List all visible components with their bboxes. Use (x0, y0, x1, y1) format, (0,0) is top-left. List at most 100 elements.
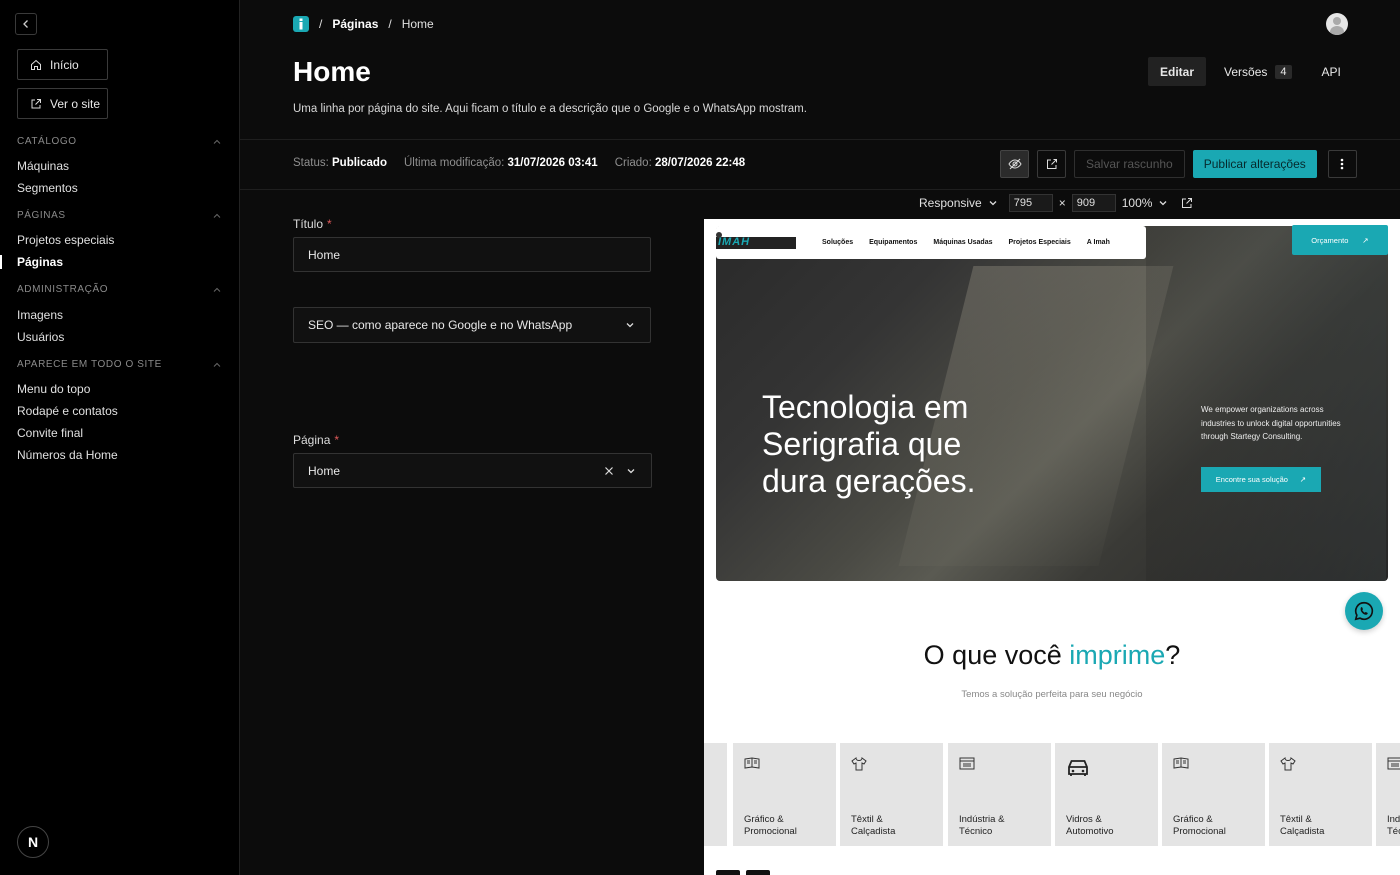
seo-accordion[interactable]: SEO — como aparece no Google e no WhatsA… (293, 307, 651, 343)
required-marker: * (334, 433, 340, 447)
section-catalogo[interactable]: CATÁLOGO (17, 136, 222, 147)
chevron-up-icon (213, 139, 221, 144)
collapse-sidebar-button[interactable] (15, 13, 37, 35)
page-label: Página * (293, 433, 339, 447)
preview-nav-item[interactable]: Máquinas Usadas (933, 239, 992, 246)
sidebar-item-menu-topo[interactable]: Menu do topo (17, 382, 90, 396)
preview-cta-button[interactable]: Orçamento ↗ (1292, 225, 1388, 255)
preview-nav-item[interactable]: Projetos Especiais (1009, 239, 1071, 246)
more-options-button[interactable] (1327, 150, 1357, 178)
tab-api[interactable]: API (1310, 57, 1353, 86)
segment-card[interactable]: Gráfico & Promocional (1162, 743, 1265, 846)
section-paginas[interactable]: PÁGINAS (17, 210, 222, 221)
preview-nav-item[interactable]: A Imah (1087, 239, 1110, 246)
versions-count-badge: 4 (1275, 64, 1292, 79)
save-draft-button[interactable]: Salvar rascunho (1074, 150, 1185, 178)
divider (240, 139, 1400, 140)
segment-card[interactable]: Gráfico & Promocional (733, 743, 836, 846)
breadcrumb-separator: / (388, 17, 392, 31)
carousel-prev[interactable] (716, 870, 740, 875)
segment-card[interactable]: Têxtil & Calçadista (840, 743, 943, 846)
home-button[interactable]: Início (17, 49, 108, 80)
sidebar-item-usuarios[interactable]: Usuários (17, 330, 64, 344)
segment-card[interactable]: Indústria & Técnico (948, 743, 1051, 846)
external-link-icon[interactable] (1181, 197, 1193, 209)
preview-width-input[interactable]: 795 (1008, 194, 1053, 212)
hero-text: We empower organizations across industri… (1201, 405, 1341, 441)
card-label: Promocional (744, 826, 797, 837)
sidebar-item-segmentos[interactable]: Segmentos (17, 181, 78, 195)
status-field: Status: Publicado (293, 157, 387, 169)
publish-button[interactable]: Publicar alterações (1192, 150, 1317, 178)
sidebar-item-imagens[interactable]: Imagens (17, 308, 63, 322)
tab-versoes[interactable]: Versões 4 (1212, 57, 1303, 86)
app-logo[interactable]: N (17, 826, 49, 858)
view-site-label: Ver o site (50, 96, 101, 111)
preview-nav: IMAH Soluções Equipamentos Máquinas Usad… (716, 226, 1146, 259)
created-label: Criado: (614, 157, 652, 169)
segment-card[interactable]: Têxtil & Calçadista (1269, 743, 1372, 846)
chevron-up-icon (213, 362, 221, 367)
page-description: Uma linha por página do site. Aqui ficam… (293, 103, 807, 115)
avatar[interactable] (1326, 13, 1348, 35)
tab-editar[interactable]: Editar (1148, 57, 1207, 86)
site-preview[interactable]: IMAH Soluções Equipamentos Máquinas Usad… (704, 219, 1400, 875)
sidebar-item-convite[interactable]: Convite final (17, 426, 83, 440)
segment-cards: Gráfico & Promocional Têxtil & Calçadista … (704, 743, 1400, 846)
breadcrumb-current: Home (401, 17, 434, 31)
card-label: Ind (1387, 814, 1400, 825)
status-label: Status: (293, 157, 329, 169)
card-label: Promocional (1173, 826, 1226, 837)
seo-accordion-label: SEO — como aparece no Google e no WhatsA… (308, 318, 573, 332)
print-icon (744, 757, 760, 769)
section-title: CATÁLOGO (17, 136, 77, 147)
sidebar-item-projetos-especiais[interactable]: Projetos especiais (17, 233, 114, 247)
preview-logo[interactable]: IMAH (716, 231, 796, 251)
preview-nav-links: Soluções Equipamentos Máquinas Usadas Pr… (822, 239, 1110, 246)
heading-text: O que você (923, 640, 1070, 670)
hero-button[interactable]: Encontre sua solução ↗ (1201, 467, 1321, 492)
zoom-select[interactable]: 100% (1122, 196, 1170, 210)
title-input[interactable]: Home (293, 237, 651, 272)
section-subtitle: Temos a solução perfeita para seu negóci… (961, 689, 1143, 700)
modified-field: Última modificação: 31/07/2026 03:41 (404, 157, 598, 169)
clear-icon[interactable] (603, 465, 615, 477)
card-label: Técnico (959, 826, 993, 837)
card-label: Calçadista (1280, 826, 1325, 837)
page-select[interactable]: Home (293, 453, 652, 488)
title-label: Título * (293, 217, 332, 231)
external-link-icon (31, 98, 41, 108)
device-mode-select[interactable]: Responsive (919, 196, 999, 210)
toggle-preview-button[interactable] (1000, 150, 1029, 178)
chevron-down-icon[interactable] (625, 465, 637, 477)
segment-card[interactable]: IndTéc (1376, 743, 1400, 846)
open-external-button[interactable] (1037, 150, 1066, 178)
app-icon[interactable] (293, 16, 309, 32)
home-button-label: Início (50, 57, 79, 72)
carousel-next[interactable] (746, 870, 770, 875)
sidebar-item-maquinas[interactable]: Máquinas (17, 159, 69, 173)
section-administracao[interactable]: ADMINISTRAÇÃO (17, 284, 222, 295)
section-aparece[interactable]: APARECE EM TODO O SITE (17, 359, 222, 370)
home-icon (31, 59, 41, 70)
preview-nav-item[interactable]: Equipamentos (869, 239, 917, 246)
preview-height-input[interactable]: 909 (1071, 194, 1116, 212)
panel-icon (959, 757, 975, 770)
whatsapp-button[interactable] (1345, 592, 1383, 630)
chevron-up-icon (213, 287, 221, 292)
section-title: APARECE EM TODO O SITE (17, 359, 162, 370)
breadcrumb-section[interactable]: Páginas (332, 17, 378, 31)
view-site-button[interactable]: Ver o site (17, 88, 108, 119)
sidebar-item-paginas[interactable]: Páginas (17, 255, 63, 269)
sidebar-item-numeros[interactable]: Números da Home (17, 448, 118, 462)
view-tabs: Editar Versões 4 API (1148, 57, 1353, 86)
segment-card[interactable] (704, 743, 727, 846)
segment-card[interactable]: Vidros & Automotivo (1055, 743, 1158, 846)
external-link-icon (1046, 159, 1057, 169)
card-label: Vidros & (1066, 814, 1102, 825)
preview-nav-item[interactable]: Soluções (822, 239, 853, 246)
hero-button-label: Encontre sua solução (1215, 475, 1288, 484)
sidebar-item-rodape[interactable]: Rodapé e contatos (17, 404, 118, 418)
panel-icon (1387, 757, 1400, 770)
zoom-label: 100% (1121, 196, 1153, 210)
